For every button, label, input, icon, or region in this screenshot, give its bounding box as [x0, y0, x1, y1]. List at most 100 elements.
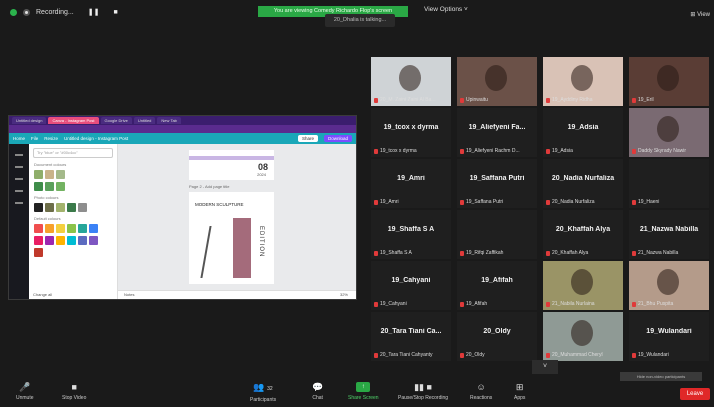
shared-screen[interactable]: Untitled design Canva - Instagram Post G…: [8, 115, 357, 300]
color-swatch[interactable]: [34, 248, 43, 257]
apps-button[interactable]: ⊞ Apps: [514, 382, 525, 401]
design-canvas[interactable]: 08 2024 Page 2 - Add page title MODERN S…: [118, 144, 356, 299]
participant-tile[interactable]: 21_Bhu Puspita: [629, 261, 709, 310]
canva-menu-file[interactable]: File: [31, 136, 38, 141]
color-swatch[interactable]: [45, 224, 54, 233]
canva-download-button[interactable]: Download: [323, 135, 352, 142]
participant-tile[interactable]: 19_Wulandari 19_Wulandari: [629, 312, 709, 361]
design-page-1[interactable]: 08 2024: [189, 150, 274, 180]
color-swatch[interactable]: [67, 203, 76, 212]
color-swatch[interactable]: [67, 236, 76, 245]
participants-button[interactable]: 👥 32 Participants: [250, 382, 276, 403]
mic-muted-icon: [632, 199, 636, 205]
browser-tab[interactable]: Untitled design: [12, 117, 47, 124]
participant-tile[interactable]: Upinwaitu: [457, 57, 537, 106]
participant-tile[interactable]: 19_Afifah 19_Afifah: [457, 261, 537, 310]
canva-menu-home[interactable]: Home: [13, 136, 25, 141]
color-swatch[interactable]: [78, 236, 87, 245]
color-swatch[interactable]: [67, 224, 76, 233]
browser-tab[interactable]: Untitled: [133, 117, 156, 124]
sidebar-design-icon[interactable]: [15, 154, 23, 156]
mic-muted-icon: [546, 97, 550, 103]
color-swatch[interactable]: [45, 182, 54, 191]
color-swatch[interactable]: [56, 170, 65, 179]
color-swatch[interactable]: [34, 170, 43, 179]
next-page-chevron-icon[interactable]: ˅: [532, 360, 558, 374]
participant-tile[interactable]: 19_Aliefyeni Fa... 19_Aliefyeni Rachm D..…: [457, 108, 537, 157]
color-swatch[interactable]: [34, 224, 43, 233]
participant-tile[interactable]: 21_Nazwa Nabilla 21_Nazwa Nabilla: [629, 210, 709, 259]
sidebar-apps-icon[interactable]: [15, 202, 23, 204]
color-swatch[interactable]: [34, 203, 43, 212]
pause-recording-icon[interactable]: ❚❚: [88, 8, 100, 16]
browser-tab[interactable]: Google Drive: [100, 117, 132, 124]
participant-tile[interactable]: 20_Oldy 20_Oldy: [457, 312, 537, 361]
design-page-2[interactable]: MODERN SCULPTURE EDITION: [189, 192, 274, 284]
reactions-button[interactable]: ☺ Reactions: [470, 382, 492, 401]
participant-tile[interactable]: 19_Shaffa S A 19_Shaffa S A: [371, 210, 451, 259]
color-swatch[interactable]: [89, 236, 98, 245]
color-swatch[interactable]: [56, 182, 65, 191]
sidebar-elements-icon[interactable]: [15, 166, 23, 168]
security-shield-icon[interactable]: [10, 8, 17, 16]
page-number-text: 08: [257, 162, 268, 172]
participant-tile[interactable]: Daddy Skyrady Nawir: [629, 108, 709, 157]
color-swatch[interactable]: [78, 203, 87, 212]
color-swatch[interactable]: [56, 203, 65, 212]
participant-tile[interactable]: 19_Saffana Putri 19_Saffana Putri: [457, 159, 537, 208]
sidebar-text-icon[interactable]: [15, 178, 23, 180]
participant-name: 19_Aliefyeni Fa...: [468, 124, 526, 131]
participant-tile[interactable]: 20_Nadia Nurfaliza 20_Nadia Nurfaliza: [543, 159, 623, 208]
participant-label: 19_Wulandari: [632, 352, 669, 358]
view-options-button[interactable]: View Options ˅: [424, 6, 468, 13]
view-button[interactable]: ⊞ View: [690, 11, 710, 18]
mic-muted-icon: [632, 352, 636, 358]
chat-label: Chat: [312, 395, 323, 401]
leave-button[interactable]: Leave: [680, 388, 710, 400]
participant-tile[interactable]: 19_Cahyani 19_Cahyani: [371, 261, 451, 310]
color-swatch[interactable]: [34, 182, 43, 191]
notes-button[interactable]: Notes: [124, 292, 134, 297]
color-swatch[interactable]: [89, 224, 98, 233]
unmute-button[interactable]: 🎤 Unmute: [16, 382, 34, 401]
color-swatch[interactable]: [56, 224, 65, 233]
color-swatch[interactable]: [45, 170, 54, 179]
chat-button[interactable]: 💬 Chat: [312, 382, 323, 401]
participant-tile[interactable]: 19_Adsia 19_Adsia: [543, 108, 623, 157]
change-all-button[interactable]: Change all: [33, 292, 52, 297]
color-search-input[interactable]: Try "blue" or "#00c4cc": [33, 148, 113, 158]
participant-label-text: 21_Bhu Puspita: [638, 301, 674, 307]
participant-tile[interactable]: 21_Nabila Nurlaina: [543, 261, 623, 310]
canva-menu-resize[interactable]: Resize: [44, 136, 58, 141]
sidebar-uploads-icon[interactable]: [15, 190, 23, 192]
page-title-label[interactable]: Page 2 - Add page title: [189, 184, 229, 189]
participant-tile[interactable]: 19_Haeni: [629, 159, 709, 208]
participant-label-text: 19_Rifqi Zaffikah: [466, 250, 504, 256]
participant-tile[interactable]: 19_Rifqi Zaffikah: [457, 210, 537, 259]
browser-tab[interactable]: New Tab: [157, 117, 181, 124]
canva-doc-title[interactable]: Untitled design - Instagram Post: [64, 136, 128, 141]
participant-tile[interactable]: 19_Amri 19_Amri: [371, 159, 451, 208]
participant-tile[interactable]: 19_Eril: [629, 57, 709, 106]
participant-tile[interactable]: 19_Ayddiny Ridha: [543, 57, 623, 106]
browser-tab-active[interactable]: Canva - Instagram Post: [48, 117, 99, 124]
participant-tile[interactable]: 20_Khaffah Alya 20_Khaffah Alya: [543, 210, 623, 259]
zoom-level[interactable]: 32%: [340, 291, 348, 299]
share-screen-button[interactable]: ↑ Share Screen: [348, 382, 379, 401]
color-swatch[interactable]: [34, 236, 43, 245]
participant-tile[interactable]: 20_Tara Tiani Ca... 20_Tara Tiani Cahyant…: [371, 312, 451, 361]
color-swatch[interactable]: [56, 236, 65, 245]
color-swatch[interactable]: [45, 236, 54, 245]
canva-share-button[interactable]: Share: [297, 135, 318, 142]
participant-tile[interactable]: 20_M. Zaini Zaini Al Ba...: [371, 57, 451, 106]
participant-tile[interactable]: 20_Muhammad Cheryl: [543, 312, 623, 361]
stop-video-button[interactable]: ■ Stop Video: [62, 382, 86, 401]
participant-label: 20_Oldy: [460, 352, 485, 358]
pause-recording-button[interactable]: ▮▮ ■ Pause/Stop Recording: [398, 382, 448, 401]
browser-address-bar[interactable]: [9, 125, 356, 133]
canvas-footer: Notes 32%: [118, 290, 356, 299]
participant-tile[interactable]: 19_tcox x dyrma 19_tcox x dyrma: [371, 108, 451, 157]
color-swatch[interactable]: [78, 224, 87, 233]
stop-recording-icon[interactable]: ■: [113, 9, 117, 16]
color-swatch[interactable]: [45, 203, 54, 212]
